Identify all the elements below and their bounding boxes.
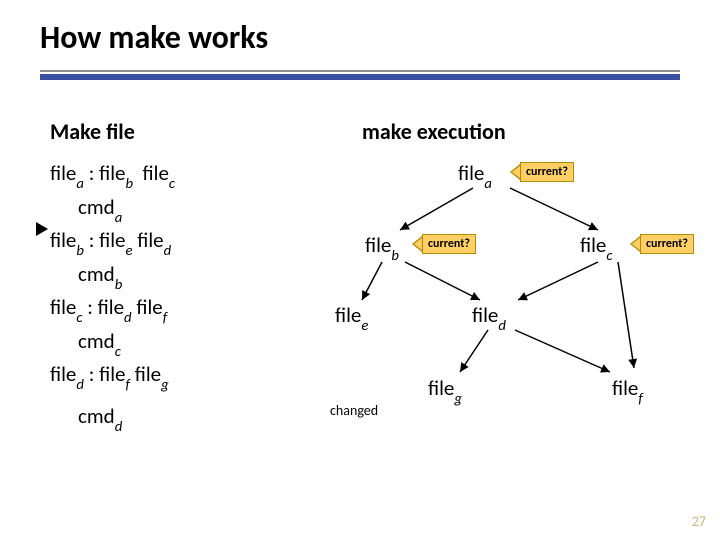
cmd-3: cmdd: [78, 401, 175, 435]
node-f: filef: [612, 375, 643, 404]
current-arrow-icon: [630, 236, 640, 252]
node-c: filec: [580, 232, 613, 261]
cmd-0: cmda: [78, 192, 175, 226]
rule-2: filec : filed filef: [50, 292, 175, 326]
rule-0: filea : fileb filec: [50, 158, 175, 192]
arrows: [310, 150, 710, 470]
node-e: filee: [335, 302, 368, 331]
node-d: filed: [472, 302, 506, 331]
makefile-code: filea : fileb filec cmda fileb : filee f…: [50, 158, 175, 434]
current-label-c: current?: [640, 234, 694, 254]
cmd-2: cmdc: [78, 326, 175, 360]
cursor-marker-icon: [36, 222, 48, 236]
current-arrow-icon: [510, 164, 520, 180]
title-rule: [40, 70, 680, 80]
right-heading: make execution: [362, 118, 506, 145]
page-number: 27: [692, 513, 706, 530]
current-arrow-icon: [412, 236, 422, 252]
slide-title: How make works: [40, 18, 268, 57]
cmd-1: cmdb: [78, 259, 175, 293]
changed-label: changed: [330, 402, 378, 419]
rule-1: fileb : filee filed: [50, 225, 175, 259]
node-b: fileb: [365, 232, 399, 261]
current-label-a: current?: [520, 162, 574, 182]
dependency-diagram: filea fileb filec filee filed fileg file…: [310, 150, 710, 470]
left-heading: Make file: [50, 118, 135, 145]
node-a: filea: [458, 160, 492, 189]
rule-3: filed : filef fileg: [50, 359, 175, 393]
node-g: fileg: [428, 375, 462, 404]
current-label-b: current?: [422, 234, 476, 254]
